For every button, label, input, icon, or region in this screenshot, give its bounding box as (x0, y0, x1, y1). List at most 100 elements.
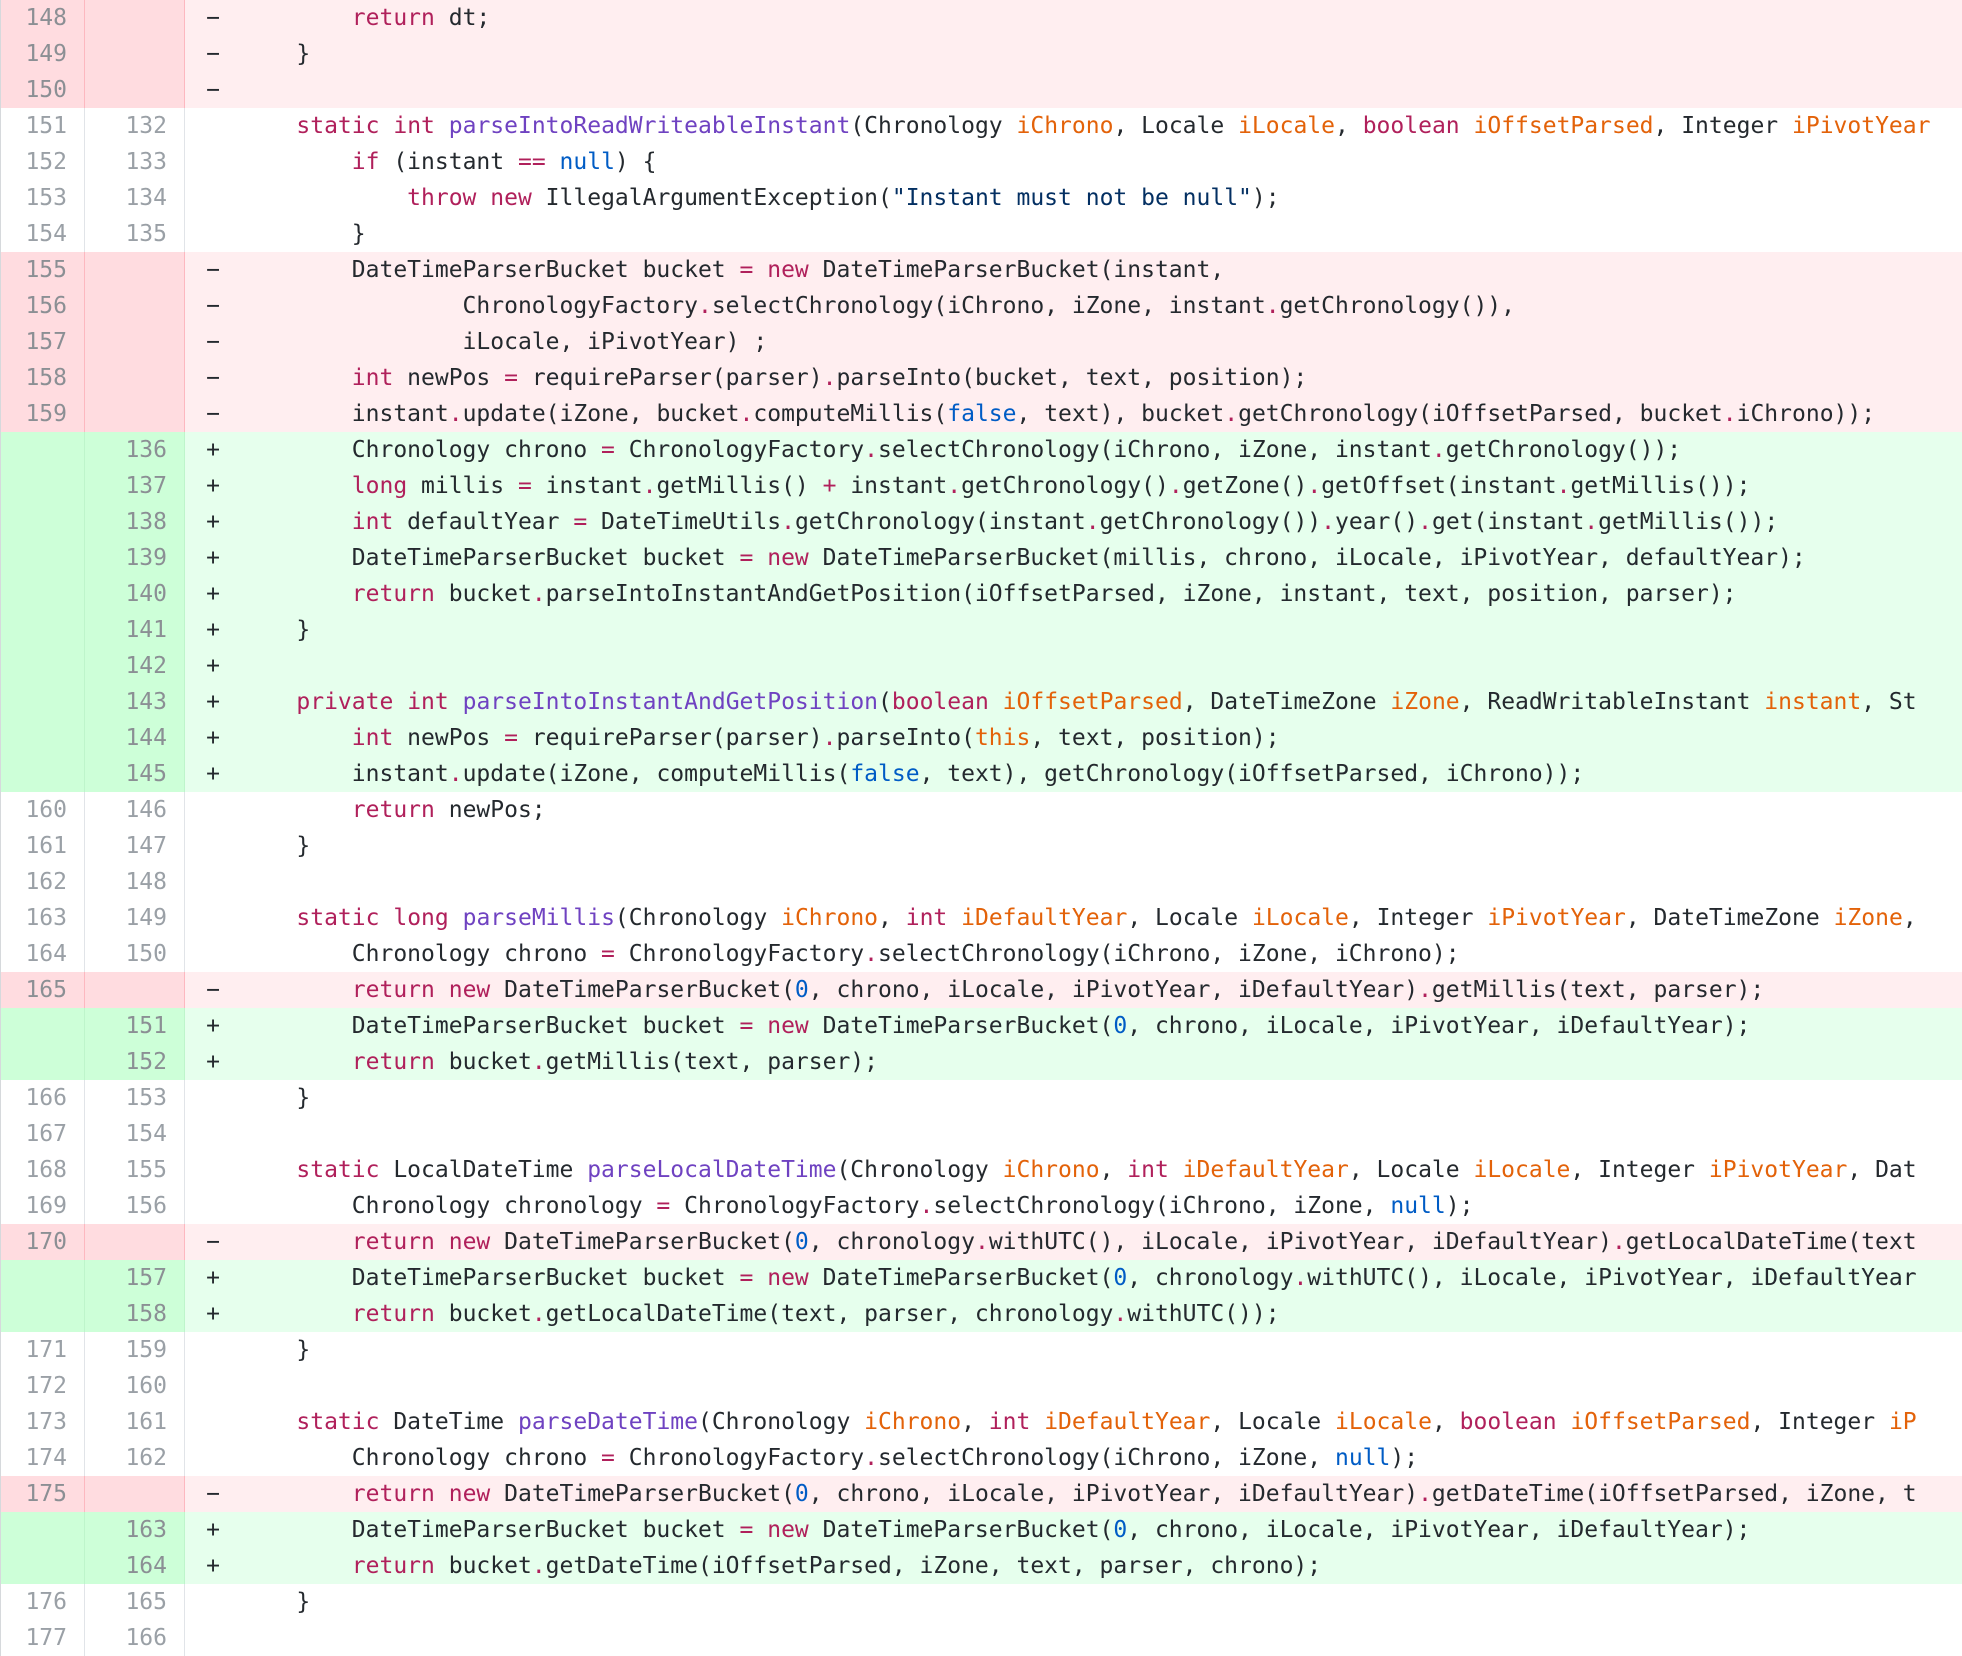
new-line-number[interactable]: 134 (85, 180, 185, 216)
new-line-number[interactable]: 160 (85, 1368, 185, 1404)
new-line-number[interactable]: 158 (85, 1296, 185, 1332)
old-line-number[interactable]: 155 (1, 252, 85, 288)
old-line-number[interactable]: 150 (1, 72, 85, 108)
new-line-number[interactable]: 159 (85, 1332, 185, 1368)
old-line-number[interactable] (1, 612, 85, 648)
old-line-number[interactable]: 154 (1, 216, 85, 252)
old-line-number[interactable] (1, 540, 85, 576)
code-token: millis (407, 473, 518, 499)
new-line-number[interactable]: 165 (85, 1584, 185, 1620)
old-line-number[interactable]: 175 (1, 1476, 85, 1512)
old-line-number[interactable]: 174 (1, 1440, 85, 1476)
code-token: boolean (1362, 113, 1460, 139)
old-line-number[interactable]: 168 (1, 1152, 85, 1188)
new-line-number[interactable] (85, 1224, 185, 1260)
old-line-number[interactable]: 172 (1, 1368, 85, 1404)
new-line-number[interactable]: 135 (85, 216, 185, 252)
new-line-number[interactable]: 163 (85, 1512, 185, 1548)
old-line-number[interactable] (1, 468, 85, 504)
old-line-number[interactable] (1, 684, 85, 720)
new-line-number[interactable]: 144 (85, 720, 185, 756)
new-line-number[interactable]: 146 (85, 792, 185, 828)
old-line-number[interactable]: 177 (1, 1620, 85, 1656)
new-line-number[interactable]: 161 (85, 1404, 185, 1440)
old-line-number[interactable] (1, 1260, 85, 1296)
new-line-number[interactable] (85, 288, 185, 324)
new-line-number[interactable]: 139 (85, 540, 185, 576)
new-line-number[interactable]: 136 (85, 432, 185, 468)
old-line-number[interactable] (1, 1008, 85, 1044)
new-line-number[interactable] (85, 72, 185, 108)
old-line-number[interactable]: 169 (1, 1188, 85, 1224)
old-line-number[interactable] (1, 1512, 85, 1548)
new-line-number[interactable]: 142 (85, 648, 185, 684)
new-line-number[interactable]: 155 (85, 1152, 185, 1188)
new-line-number[interactable] (85, 396, 185, 432)
old-line-number[interactable] (1, 504, 85, 540)
code-token: ChronologyFactory (241, 293, 698, 319)
old-line-number[interactable]: 158 (1, 360, 85, 396)
old-line-number[interactable]: 152 (1, 144, 85, 180)
old-line-number[interactable] (1, 432, 85, 468)
new-line-number[interactable]: 141 (85, 612, 185, 648)
old-line-number[interactable]: 159 (1, 396, 85, 432)
old-line-number[interactable]: 148 (1, 0, 85, 36)
new-line-number[interactable] (85, 36, 185, 72)
old-line-number[interactable]: 166 (1, 1080, 85, 1116)
new-line-number[interactable]: 143 (85, 684, 185, 720)
new-line-number[interactable] (85, 252, 185, 288)
old-line-number[interactable] (1, 1044, 85, 1080)
new-line-number[interactable]: 138 (85, 504, 185, 540)
old-line-number[interactable]: 160 (1, 792, 85, 828)
new-line-number[interactable]: 132 (85, 108, 185, 144)
new-line-number[interactable]: 152 (85, 1044, 185, 1080)
new-line-number[interactable] (85, 0, 185, 36)
code-content (241, 864, 1962, 900)
old-line-number[interactable]: 149 (1, 36, 85, 72)
new-line-number[interactable]: 157 (85, 1260, 185, 1296)
new-line-number[interactable]: 166 (85, 1620, 185, 1656)
code-token: DateTimeParserBucket bucket (241, 545, 740, 571)
old-line-number[interactable] (1, 576, 85, 612)
old-line-number[interactable]: 153 (1, 180, 85, 216)
old-line-number[interactable]: 165 (1, 972, 85, 1008)
old-line-number[interactable]: 173 (1, 1404, 85, 1440)
old-line-number[interactable] (1, 648, 85, 684)
new-line-number[interactable]: 150 (85, 936, 185, 972)
old-line-number[interactable]: 161 (1, 828, 85, 864)
old-line-number[interactable]: 170 (1, 1224, 85, 1260)
old-line-number[interactable]: 167 (1, 1116, 85, 1152)
diff-line-context: 153 134 throw new IllegalArgumentExceptio… (1, 180, 1962, 216)
new-line-number[interactable]: 156 (85, 1188, 185, 1224)
new-line-number[interactable]: 137 (85, 468, 185, 504)
code-content (241, 1368, 1962, 1404)
old-line-number[interactable]: 151 (1, 108, 85, 144)
old-line-number[interactable]: 176 (1, 1584, 85, 1620)
new-line-number[interactable]: 162 (85, 1440, 185, 1476)
old-line-number[interactable]: 162 (1, 864, 85, 900)
new-line-number[interactable]: 133 (85, 144, 185, 180)
old-line-number[interactable]: 171 (1, 1332, 85, 1368)
old-line-number[interactable] (1, 720, 85, 756)
new-line-number[interactable] (85, 360, 185, 396)
new-line-number[interactable] (85, 324, 185, 360)
old-line-number[interactable]: 157 (1, 324, 85, 360)
old-line-number[interactable]: 156 (1, 288, 85, 324)
old-line-number[interactable] (1, 756, 85, 792)
old-line-number[interactable]: 164 (1, 936, 85, 972)
new-line-number[interactable] (85, 1476, 185, 1512)
new-line-number[interactable]: 153 (85, 1080, 185, 1116)
code-content: return new DateTimeParserBucket(0, chron… (241, 972, 1962, 1008)
new-line-number[interactable]: 164 (85, 1548, 185, 1584)
new-line-number[interactable]: 151 (85, 1008, 185, 1044)
new-line-number[interactable]: 140 (85, 576, 185, 612)
new-line-number[interactable]: 147 (85, 828, 185, 864)
new-line-number[interactable] (85, 972, 185, 1008)
new-line-number[interactable]: 145 (85, 756, 185, 792)
old-line-number[interactable] (1, 1296, 85, 1332)
new-line-number[interactable]: 154 (85, 1116, 185, 1152)
new-line-number[interactable]: 148 (85, 864, 185, 900)
old-line-number[interactable] (1, 1548, 85, 1584)
old-line-number[interactable]: 163 (1, 900, 85, 936)
new-line-number[interactable]: 149 (85, 900, 185, 936)
